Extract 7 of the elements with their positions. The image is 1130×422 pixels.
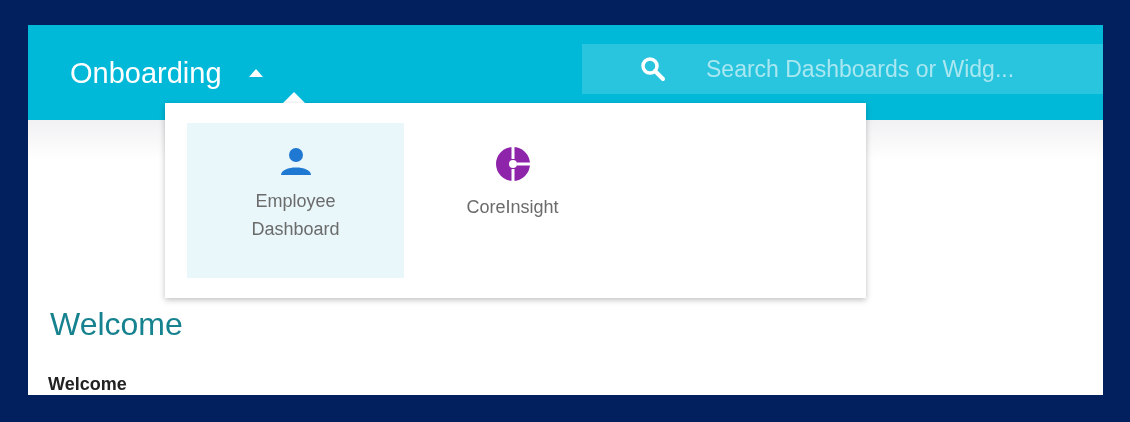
page-heading: Welcome: [50, 305, 184, 344]
dashboard-item[interactable]: Employee Dashboard: [187, 123, 404, 278]
section-title: Welcome: [47, 373, 128, 395]
dashboard-title: Onboarding: [70, 56, 222, 91]
search-field[interactable]: Search Dashboards or Widg...: [582, 44, 1103, 94]
logo-icon: [493, 147, 532, 181]
person-icon: [279, 147, 312, 175]
